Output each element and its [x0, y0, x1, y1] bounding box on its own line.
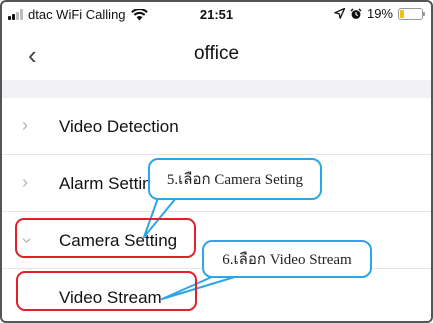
list-item-label: Video Detection — [59, 117, 179, 136]
highlight-camera-setting — [15, 218, 196, 258]
page-title: office — [193, 43, 240, 64]
status-bar: dtac WiFi Calling 21:51 19% — [2, 2, 431, 30]
battery-fill — [400, 9, 404, 18]
callout-select-video-stream: 6.เลือก Video Stream — [202, 240, 372, 278]
list-item-label: Alarm Setting — [59, 174, 162, 193]
section-separator — [2, 80, 431, 98]
list-item-video-detection[interactable]: › Video Detection — [2, 98, 431, 155]
phone-screen: dtac WiFi Calling 21:51 19% ‹ office › V… — [0, 0, 433, 323]
alarm-icon — [350, 7, 362, 19]
nav-bar: ‹ office — [2, 30, 431, 80]
callout-select-camera-setting: 5.เลือก Camera Seting — [148, 158, 322, 200]
battery-icon — [398, 7, 425, 20]
callout-text: 6.เลือก Video Stream — [222, 252, 352, 268]
chevron-right-icon: › — [22, 115, 28, 135]
status-right: 19% — [334, 6, 425, 21]
battery-percent: 19% — [366, 6, 393, 21]
location-icon — [334, 8, 345, 19]
callout-text: 5.เลือก Camera Seting — [166, 172, 304, 188]
chevron-right-icon: › — [22, 172, 28, 192]
highlight-video-stream — [16, 271, 197, 311]
